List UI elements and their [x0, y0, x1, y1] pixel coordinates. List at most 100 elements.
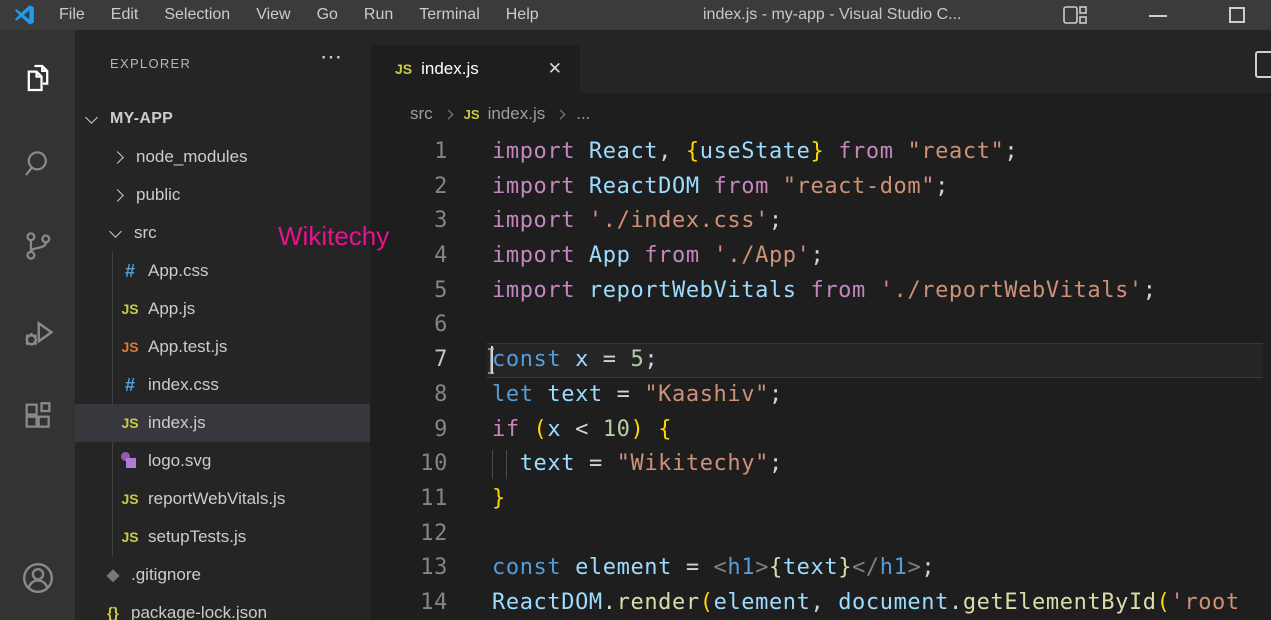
menu-file[interactable]: File	[46, 0, 98, 30]
main-area: EXPLORER ⋯ MY-APP node_modulespublicsrc#…	[0, 30, 1271, 620]
code-line-2[interactable]: 2import ReactDOM from "react-dom";	[370, 170, 1271, 205]
line-number: 5	[370, 274, 448, 309]
code-area[interactable]: 1import React, {useState} from "react";2…	[370, 135, 1271, 620]
vscode-logo-icon	[11, 3, 37, 27]
tab-index-js[interactable]: JS index.js ✕	[370, 45, 580, 93]
line-number: 11	[370, 482, 448, 517]
menu-go[interactable]: Go	[304, 0, 351, 30]
tree-item-App.test.js[interactable]: JS App.test.js	[75, 328, 370, 366]
accounts-icon[interactable]	[0, 553, 75, 603]
menu-edit[interactable]: Edit	[98, 0, 152, 30]
tree-item-App.css[interactable]: # App.css	[75, 252, 370, 290]
explorer-icon[interactable]	[0, 53, 75, 103]
code-line-6[interactable]: 6	[370, 308, 1271, 343]
minimize-button[interactable]	[1149, 15, 1167, 17]
tree-item-node_modules[interactable]: node_modules	[75, 138, 370, 176]
chevron-right-icon	[111, 189, 124, 202]
activity-bar	[0, 30, 75, 620]
js-test-file-icon: JS	[119, 339, 141, 355]
json-file-icon: {}	[102, 605, 124, 620]
tree-item-index.css[interactable]: #index.css	[75, 366, 370, 404]
code-line-10[interactable]: 10 text = "Wikitechy";	[370, 447, 1271, 482]
line-number: 14	[370, 586, 448, 620]
file-tree: MY-APP node_modulespublicsrc#App.cssJSAp…	[75, 100, 370, 620]
extensions-icon[interactable]	[0, 391, 75, 441]
code-line-14[interactable]: 14 ReactDOM.render(element, document.getE…	[370, 586, 1271, 620]
breadcrumb-folder[interactable]: src	[410, 104, 433, 124]
code-text: }	[492, 482, 506, 517]
editor-group: JS index.js ✕ src JS index.js ... 1impor…	[370, 30, 1271, 620]
code-text: import App from './App';	[492, 239, 824, 274]
tree-item-logo.svg[interactable]: logo.svg	[75, 442, 370, 480]
chevron-down-icon	[85, 111, 98, 124]
file-label: logo.svg	[148, 451, 211, 471]
menu-selection[interactable]: Selection	[151, 0, 243, 30]
file-label: App.test.js	[148, 337, 227, 357]
breadcrumb: src JS index.js ...	[370, 93, 1271, 135]
line-number: 9	[370, 413, 448, 448]
chevron-right-icon	[111, 151, 124, 164]
search-icon[interactable]	[0, 138, 75, 188]
file-label: public	[136, 185, 180, 205]
file-label: .gitignore	[131, 565, 201, 585]
line-number: 6	[370, 308, 448, 343]
code-text: const x = 5;	[492, 343, 658, 378]
tab-bar: JS index.js ✕	[370, 30, 1271, 93]
tree-item-index.js[interactable]: JSindex.js	[75, 404, 370, 442]
code-text: import ReactDOM from "react-dom";	[492, 170, 949, 205]
line-number: 12	[370, 517, 448, 552]
line-number: 1	[370, 135, 448, 170]
close-tab-icon[interactable]: ✕	[548, 59, 562, 79]
code-line-4[interactable]: 4import App from './App';	[370, 239, 1271, 274]
git-file-icon: ◆	[102, 565, 124, 585]
code-line-9[interactable]: 9 if (x < 10) {	[370, 413, 1271, 448]
js-file-icon: JS	[119, 301, 141, 317]
maximize-button[interactable]	[1229, 7, 1245, 23]
source-control-icon[interactable]	[0, 221, 75, 271]
tree-item-App.js[interactable]: JSApp.js	[75, 290, 370, 328]
code-line-3[interactable]: 3import './index.css';	[370, 204, 1271, 239]
tab-label: index.js	[421, 59, 479, 79]
code-text: if (x < 10) {	[492, 413, 672, 448]
menu-help[interactable]: Help	[493, 0, 552, 30]
code-text: ReactDOM.render(element, document.getEle…	[492, 586, 1240, 620]
ibeam-pointer-icon	[485, 348, 497, 374]
file-label: index.js	[148, 413, 206, 433]
editor-action-icon-partial[interactable]	[1255, 51, 1271, 78]
js-file-icon: JS	[464, 107, 480, 122]
menu-view[interactable]: View	[243, 0, 303, 30]
code-line-1[interactable]: 1import React, {useState} from "react";	[370, 135, 1271, 170]
file-label: reportWebVitals.js	[148, 489, 285, 509]
run-debug-icon[interactable]	[0, 308, 75, 358]
tree-item-.gitignore[interactable]: ◆ .gitignore	[75, 556, 370, 594]
tree-item-setupTests.js[interactable]: JS setupTests.js	[75, 518, 370, 556]
explorer-more-actions-icon[interactable]: ⋯	[320, 44, 344, 70]
code-line-5[interactable]: 5import reportWebVitals from './reportWe…	[370, 274, 1271, 309]
tree-root-my-app[interactable]: MY-APP	[75, 100, 370, 138]
menu-terminal[interactable]: Terminal	[406, 0, 492, 30]
layout-toggle-icon[interactable]	[1063, 6, 1087, 25]
menu-bar: FileEditSelectionViewGoRunTerminalHelp	[46, 0, 552, 30]
code-line-8[interactable]: 8let text = "Kaashiv";	[370, 378, 1271, 413]
title-bar: FileEditSelectionViewGoRunTerminalHelp i…	[0, 0, 1271, 30]
tree-item-reportWebVitals.js[interactable]: JSreportWebVitals.js	[75, 480, 370, 518]
tree-item-public[interactable]: public	[75, 176, 370, 214]
code-text: const element = <h1>{text}</h1>;	[492, 551, 935, 586]
code-line-11[interactable]: 11}	[370, 482, 1271, 517]
css-file-icon: #	[119, 375, 141, 396]
file-label: App.css	[148, 261, 208, 281]
chevron-right-icon	[556, 109, 566, 119]
breadcrumb-symbol[interactable]: ...	[576, 104, 590, 124]
root-folder-label: MY-APP	[110, 110, 173, 128]
file-label: setupTests.js	[148, 527, 246, 547]
watermark-text: Wikitechy	[278, 221, 389, 252]
menu-run[interactable]: Run	[351, 0, 406, 30]
code-line-13[interactable]: 13 const element = <h1>{text}</h1>;	[370, 551, 1271, 586]
line-number: 13	[370, 551, 448, 586]
breadcrumb-file[interactable]: index.js	[488, 104, 546, 124]
css-file-icon: #	[119, 261, 141, 282]
js-file-icon: JS	[119, 529, 141, 545]
code-line-12[interactable]: 12	[370, 517, 1271, 552]
tree-item-package-lock.json[interactable]: {}package-lock.json	[75, 594, 370, 620]
code-line-7[interactable]: 7const x = 5;	[370, 343, 1271, 378]
